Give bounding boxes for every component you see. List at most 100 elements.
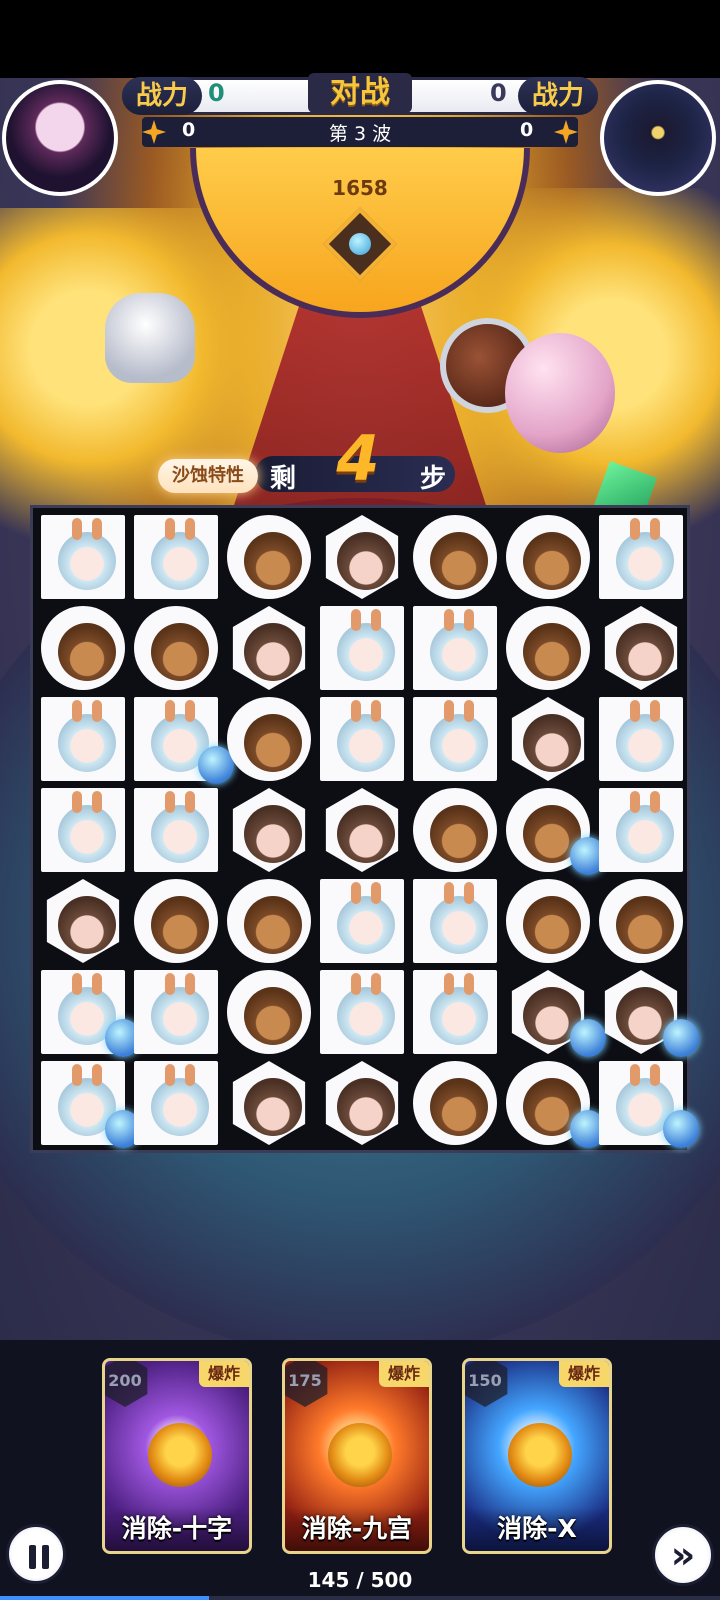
board-cell[interactable] — [502, 512, 592, 601]
board-cell[interactable] — [37, 512, 127, 601]
pink-egg-decoration — [505, 333, 615, 453]
bunny-face-icon — [151, 1064, 209, 1136]
board-cell[interactable] — [223, 694, 313, 783]
board-cell[interactable] — [595, 694, 685, 783]
board-cell[interactable] — [130, 1058, 220, 1147]
board-cell[interactable] — [37, 785, 127, 874]
monkey-face-icon — [151, 623, 209, 681]
board-cell[interactable] — [409, 603, 499, 692]
bunny-tile — [41, 515, 125, 599]
monkey-face-icon — [523, 896, 581, 954]
bunny-tile — [413, 697, 497, 781]
monkey-tile — [506, 879, 590, 963]
monkey-tile — [506, 606, 590, 690]
cat-face-icon — [244, 623, 302, 681]
board-cell[interactable] — [409, 967, 499, 1056]
board-cell[interactable] — [223, 1058, 313, 1147]
board-cell[interactable] — [130, 785, 220, 874]
skill-card-ninegrid[interactable]: 175 爆炸 消除-九宫 — [282, 1358, 432, 1554]
board-cell[interactable] — [502, 1058, 606, 1148]
skill-cost: 200 — [105, 1361, 148, 1407]
bunny-face-icon — [616, 518, 674, 590]
skill-name: 消除-十字 — [105, 1507, 249, 1551]
skill-card-cross[interactable]: 200 爆炸 消除-十字 — [102, 1358, 252, 1554]
enemy-avatar[interactable] — [600, 80, 716, 196]
board-cell[interactable] — [130, 694, 234, 784]
board-cell[interactable] — [223, 876, 313, 965]
board-cell[interactable] — [223, 785, 313, 874]
skill-tag: 爆炸 — [379, 1361, 429, 1387]
skill-cost: 150 — [465, 1361, 508, 1407]
board-cell[interactable] — [502, 603, 592, 692]
power-value-left: 0 — [208, 79, 225, 107]
board-cell[interactable] — [316, 512, 406, 601]
board-cell[interactable] — [130, 967, 220, 1056]
skill-card-x[interactable]: 150 爆炸 消除-X — [462, 1358, 612, 1554]
board-cell[interactable] — [595, 512, 685, 601]
board-cell[interactable] — [502, 967, 606, 1057]
bunny-tile — [134, 1061, 218, 1145]
next-button[interactable]: » — [652, 1524, 714, 1586]
board-cell[interactable] — [223, 967, 313, 1056]
board-cell[interactable] — [409, 876, 499, 965]
bunny-face-icon — [430, 973, 488, 1045]
board-cell[interactable] — [130, 512, 220, 601]
board-cell[interactable] — [316, 1058, 406, 1147]
board-cell[interactable] — [502, 876, 592, 965]
board-cell[interactable] — [409, 694, 499, 783]
board-cell[interactable] — [316, 694, 406, 783]
bunny-face-icon — [151, 973, 209, 1045]
bunny-tile — [134, 970, 218, 1054]
board-cell[interactable] — [502, 694, 592, 783]
sand-trait-button[interactable]: 沙蚀特性 — [158, 459, 258, 493]
monkey-tile — [134, 879, 218, 963]
board-cell[interactable] — [130, 603, 220, 692]
monkey-face-icon — [430, 532, 488, 590]
board-cell[interactable] — [595, 603, 685, 692]
board-cell[interactable] — [595, 785, 685, 874]
monkey-face-icon — [244, 714, 302, 772]
board-cell[interactable] — [502, 785, 606, 875]
monkey-face-icon — [616, 896, 674, 954]
cat-face-icon — [337, 532, 395, 590]
bunny-face-icon — [616, 791, 674, 863]
board-cell[interactable] — [37, 876, 127, 965]
board-cell[interactable] — [223, 603, 313, 692]
board-cell[interactable] — [37, 967, 141, 1057]
bunny-face-icon — [337, 700, 395, 772]
monkey-tile — [227, 970, 311, 1054]
board-cell[interactable] — [130, 876, 220, 965]
board-cell[interactable] — [409, 512, 499, 601]
board-cell[interactable] — [409, 785, 499, 874]
monkey-tile — [413, 1061, 497, 1145]
board-cell[interactable] — [223, 512, 313, 601]
player-avatar[interactable] — [2, 80, 118, 196]
board-cell[interactable] — [595, 967, 699, 1057]
monkey-tile — [227, 697, 311, 781]
board-cell[interactable] — [37, 603, 127, 692]
board-cell[interactable] — [37, 1058, 141, 1148]
board-cell[interactable] — [37, 694, 127, 783]
board-cell[interactable] — [316, 603, 406, 692]
monkey-face-icon — [244, 987, 302, 1045]
bunny-face-icon — [616, 700, 674, 772]
egg-badge-icon — [663, 1019, 699, 1057]
bunny-tile — [413, 879, 497, 963]
pause-button[interactable] — [6, 1524, 66, 1584]
bunny-face-icon — [337, 609, 395, 681]
cat-tile — [325, 788, 399, 872]
board-cell[interactable] — [595, 1058, 699, 1148]
monkey-face-icon — [430, 1078, 488, 1136]
board-cell[interactable] — [409, 1058, 499, 1147]
cat-tile — [46, 879, 120, 963]
board-cell[interactable] — [595, 876, 685, 965]
board-cell[interactable] — [316, 876, 406, 965]
bunny-face-icon — [337, 882, 395, 954]
progress-track — [0, 1596, 720, 1600]
bunny-tile — [599, 515, 683, 599]
board-cell[interactable] — [316, 785, 406, 874]
board-cell[interactable] — [316, 967, 406, 1056]
cat-face-icon — [337, 805, 395, 863]
monkey-face-icon — [244, 532, 302, 590]
bunny-tile — [320, 697, 404, 781]
